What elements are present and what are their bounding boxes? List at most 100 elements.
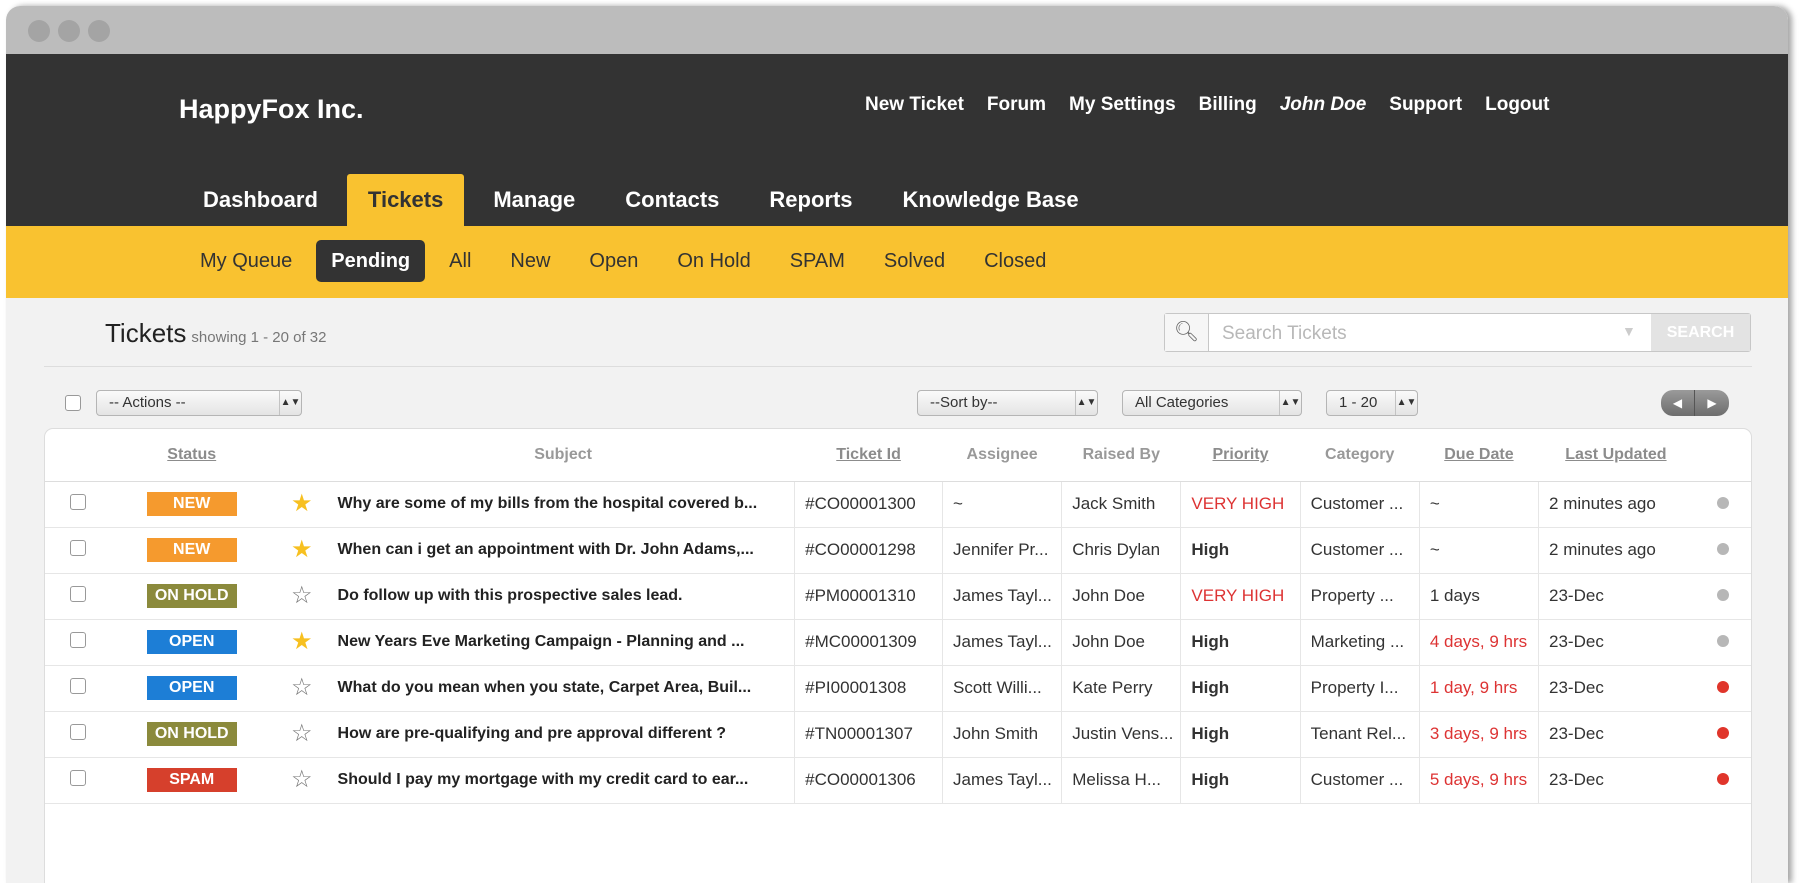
ticket-last-updated: 23-Dec [1538,665,1694,712]
row-checkbox[interactable] [70,723,87,740]
ticket-subject[interactable]: How are pre-qualifying and pre approval … [331,711,795,758]
header-last-updated[interactable]: Last Updated [1538,429,1694,482]
ticket-raised-by: Kate Perry [1061,665,1181,712]
ticket-id[interactable]: #CO00001298 [794,527,943,574]
star-icon[interactable]: ☆ [291,766,313,793]
tab-knowledge-base[interactable]: Knowledge Base [882,174,1100,226]
header-ticket-id[interactable]: Ticket Id [794,429,943,482]
ticket-raised-by: Jack Smith [1061,481,1181,528]
table-row[interactable]: SPAM ☆ Should I pay my mortgage with my cr… [45,757,1751,804]
category-select[interactable]: All Categories ▲▼ [1122,390,1302,416]
status-dot-icon [1717,681,1730,693]
status-badge[interactable]: ON HOLD [146,584,237,608]
header-priority[interactable]: Priority [1180,429,1301,482]
subnav-pending[interactable]: Pending [316,240,426,282]
page-range-value: 1 - 20 [1339,394,1378,411]
star-icon[interactable]: ★ [291,490,313,517]
row-checkbox[interactable] [70,677,87,694]
status-dot-cell [1693,527,1751,574]
search-icon[interactable]: 🔍︎ [1165,314,1209,351]
status-badge[interactable]: SPAM [146,768,237,792]
close-window-dot[interactable] [28,20,50,42]
search-dropdown-icon[interactable]: ▼ [1622,323,1636,339]
support-link[interactable]: Support [1389,94,1462,116]
status-badge[interactable]: NEW [146,538,237,562]
row-checkbox[interactable] [70,493,87,510]
status-cell: ON HOLD [111,711,272,758]
row-checkbox[interactable] [70,631,87,648]
ticket-category: Customer ... [1299,527,1420,574]
select-all-checkbox[interactable] [65,395,81,411]
star-icon[interactable]: ★ [291,536,313,563]
ticket-subject[interactable]: Why are some of my bills from the hospit… [331,481,795,528]
ticket-id[interactable]: #TN00001307 [794,711,943,758]
subnav-spam[interactable]: SPAM [775,240,860,282]
star-icon[interactable]: ☆ [291,674,313,701]
search-button[interactable]: SEARCH [1651,314,1750,351]
ticket-subject[interactable]: Should I pay my mortgage with my credit … [331,757,795,804]
brand-name[interactable]: HappyFox Inc. [179,94,364,125]
ticket-id[interactable]: #MC00001309 [794,619,943,666]
page-range-select[interactable]: 1 - 20 ▲▼ [1326,390,1418,416]
tab-contacts[interactable]: Contacts [604,174,740,226]
maximize-window-dot[interactable] [88,20,110,42]
prev-page-icon[interactable]: ◀ [1661,390,1695,416]
status-badge[interactable]: OPEN [146,630,237,654]
subnav-open[interactable]: Open [574,240,653,282]
subnav-new[interactable]: New [495,240,565,282]
forum-link[interactable]: Forum [987,94,1046,116]
subnav-closed[interactable]: Closed [969,240,1061,282]
subnav-all[interactable]: All [434,240,486,282]
header-due-date[interactable]: Due Date [1419,429,1539,482]
status-badge[interactable]: OPEN [146,676,237,700]
header-status[interactable]: Status [111,429,272,482]
billing-link[interactable]: Billing [1199,94,1257,116]
table-row[interactable]: ON HOLD ☆ How are pre-qualifying and pre a… [45,711,1751,758]
next-page-icon[interactable]: ▶ [1695,390,1729,416]
status-badge[interactable]: ON HOLD [146,722,237,746]
star-icon[interactable]: ☆ [291,720,313,747]
logout-link[interactable]: Logout [1485,94,1549,116]
table-row[interactable]: OPEN ☆ What do you mean when you state, Ca… [45,665,1751,712]
subnav-my-queue[interactable]: My Queue [185,240,307,282]
search-input[interactable]: Search Tickets [1222,323,1347,345]
tab-tickets[interactable]: Tickets [346,174,465,226]
sort-select[interactable]: --Sort by-- ▲▼ [917,390,1098,416]
tab-reports[interactable]: Reports [748,174,873,226]
ticket-subject[interactable]: What do you mean when you state, Carpet … [331,665,795,712]
my-settings-link[interactable]: My Settings [1069,94,1176,116]
ticket-id[interactable]: #CO00001306 [794,757,943,804]
ticket-category: Customer ... [1299,481,1420,528]
table-row[interactable]: OPEN ★ New Years Eve Marketing Campaign - … [45,619,1751,666]
subnav-on-hold[interactable]: On Hold [662,240,765,282]
new-ticket-link[interactable]: New Ticket [865,94,964,116]
main-nav: Dashboard Tickets Manage Contacts Report… [182,174,1108,226]
row-checkbox[interactable] [70,539,87,556]
user-name-link[interactable]: John Doe [1280,94,1367,116]
table-row[interactable]: ON HOLD ☆ Do follow up with this prospecti… [45,573,1751,620]
ticket-id[interactable]: #PI00001308 [794,665,943,712]
star-icon[interactable]: ★ [291,628,313,655]
minimize-window-dot[interactable] [58,20,80,42]
ticket-id[interactable]: #PM00001310 [794,573,943,620]
search-box: 🔍︎ Search Tickets ▼ SEARCH [1164,313,1751,352]
row-checkbox[interactable] [70,769,87,786]
actions-select[interactable]: -- Actions -- ▲▼ [96,390,302,416]
table-row[interactable]: NEW ★ Why are some of my bills from the ho… [45,481,1751,528]
tab-manage[interactable]: Manage [472,174,596,226]
ticket-last-updated: 23-Dec [1538,711,1694,758]
ticket-id[interactable]: #CO00001300 [794,481,943,528]
subnav-solved[interactable]: Solved [869,240,960,282]
status-dot-cell [1693,573,1751,620]
star-cell: ★ [271,619,332,666]
star-icon[interactable]: ☆ [291,582,313,609]
tab-dashboard[interactable]: Dashboard [182,174,339,226]
ticket-category: Tenant Rel... [1299,711,1420,758]
status-badge[interactable]: NEW [146,492,237,516]
ticket-subject[interactable]: Do follow up with this prospective sales… [331,573,795,620]
table-row[interactable]: NEW ★ When can i get an appointment with D… [45,527,1751,574]
ticket-subject[interactable]: New Years Eve Marketing Campaign - Plann… [331,619,795,666]
row-checkbox[interactable] [70,585,87,602]
ticket-subject[interactable]: When can i get an appointment with Dr. J… [331,527,795,574]
ticket-category: Property ... [1299,573,1420,620]
